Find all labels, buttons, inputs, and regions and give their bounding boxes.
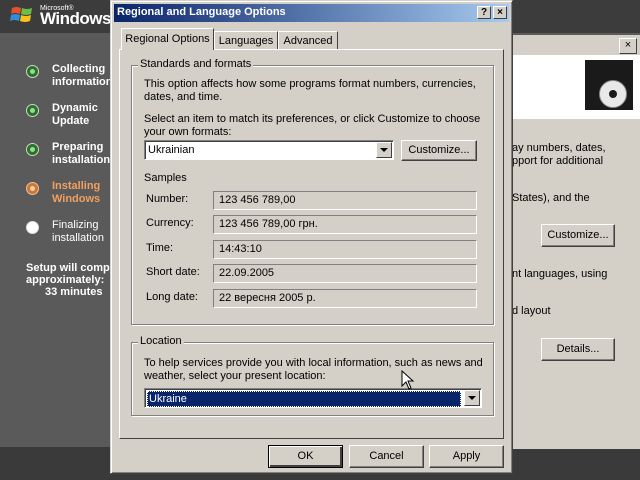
background-text: d layout (512, 305, 551, 317)
background-text: States), and the (512, 192, 590, 204)
regional-options-dialog: Regional and Language Options ? × Region… (110, 0, 513, 474)
sample-currency-label: Currency: (146, 217, 194, 229)
select-instructions: Select an item to match its preferences,… (144, 113, 481, 125)
background-text: nt languages, using (512, 268, 608, 280)
step-done-icon (26, 65, 39, 78)
location-dropdown[interactable]: Ukraine (144, 388, 482, 408)
time-remaining-line: Setup will comp (26, 262, 110, 274)
format-dropdown-value: Ukrainian (148, 144, 195, 156)
sample-number-value: 123 456 789,00 (213, 191, 477, 210)
samples-label: Samples (144, 172, 187, 184)
sample-short-date-label: Short date: (146, 266, 200, 278)
customize-button[interactable]: Customize... (401, 140, 477, 161)
step-label: installation (52, 154, 111, 166)
step-label: Dynamic (52, 102, 98, 114)
step-label: Installing (52, 180, 101, 192)
windows-flag-icon (10, 7, 32, 22)
standards-description: This option affects how some programs fo… (144, 78, 476, 90)
sample-long-date-label: Long date: (146, 291, 198, 303)
step-label: Windows (52, 193, 101, 205)
standards-description: dates, and time. (144, 91, 223, 103)
cancel-button[interactable]: Cancel (349, 445, 424, 468)
chevron-down-icon[interactable] (464, 390, 480, 406)
time-remaining-minutes: 33 minutes (45, 286, 103, 298)
sample-currency-value: 123 456 789,00 грн. (213, 215, 477, 234)
select-instructions: your own formats: (144, 126, 232, 138)
sample-time-label: Time: (146, 242, 174, 254)
background-customize-button[interactable]: Customize... (541, 224, 615, 247)
tab-languages[interactable]: Languages (214, 31, 278, 49)
background-text: pport for additional (512, 155, 604, 167)
location-dropdown-value: Ukraine (147, 391, 461, 407)
tab-regional-options[interactable]: Regional Options (121, 28, 214, 50)
background-details-button[interactable]: Details... (541, 338, 615, 361)
sample-number-label: Number: (146, 193, 189, 205)
step-done-icon (26, 104, 39, 117)
chevron-down-icon[interactable] (376, 142, 392, 158)
close-button[interactable]: × (493, 6, 507, 19)
time-remaining-line: approximately: (26, 274, 105, 286)
windows-logo-text: Windows (40, 9, 111, 28)
apply-button[interactable]: Apply (429, 445, 504, 468)
mouse-pointer-icon (401, 370, 415, 390)
sample-long-date-value: 22 вересня 2005 р. (213, 289, 477, 308)
title-bar: Regional and Language Options ? × (114, 4, 509, 22)
location-legend: Location (138, 335, 184, 347)
step-label: installation (52, 232, 104, 244)
step-label: Collecting (52, 63, 106, 75)
tab-advanced[interactable]: Advanced (278, 31, 338, 49)
step-label: Finalizing (52, 219, 99, 231)
standards-legend: Standards and formats (138, 58, 254, 70)
sample-short-date-value: 22.09.2005 (213, 264, 477, 283)
help-button[interactable]: ? (477, 6, 491, 19)
location-description: To help services provide you with local … (144, 357, 483, 369)
step-pending-icon (26, 221, 39, 234)
cd-package-icon (585, 60, 633, 110)
dialog-title: Regional and Language Options (117, 6, 286, 18)
sample-time-value: 14:43:10 (213, 240, 477, 259)
step-label: Preparing (52, 141, 104, 153)
step-done-icon (26, 143, 39, 156)
location-description: weather, select your present location: (144, 370, 326, 382)
step-label: information (52, 76, 113, 88)
step-label: Update (52, 115, 90, 127)
background-close-button[interactable]: × (619, 38, 637, 54)
format-dropdown[interactable]: Ukrainian (144, 140, 394, 160)
step-active-icon (26, 182, 39, 195)
background-text: ay numbers, dates, (512, 142, 606, 154)
time-remaining: Setup will comp approximately: 33 minute… (26, 262, 112, 298)
ok-button[interactable]: OK (268, 445, 343, 468)
